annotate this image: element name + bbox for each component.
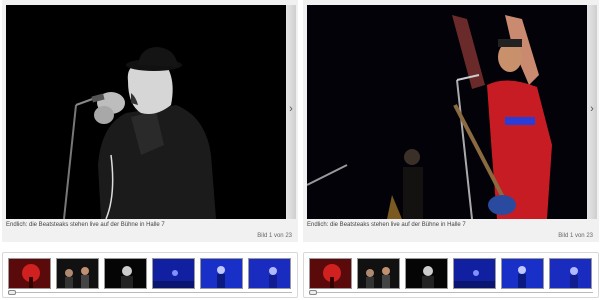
- thumbnail-4[interactable]: [152, 258, 195, 289]
- thumbnail-2[interactable]: [357, 258, 400, 289]
- thumbnail-6[interactable]: [549, 258, 592, 289]
- main-image-frame: › Endlich: die Beatsteaks stehen live au…: [2, 0, 298, 242]
- thumbnail-1[interactable]: [309, 258, 352, 289]
- thumbnail-2[interactable]: [56, 258, 99, 289]
- thumbnail-scrollbar[interactable]: [8, 290, 292, 296]
- gallery-right: › Endlich: die Beatsteaks stehen live au…: [303, 0, 599, 300]
- main-image-frame: › Endlich: die Beatsteaks stehen live au…: [303, 0, 599, 242]
- gallery-left: › Endlich: die Beatsteaks stehen live au…: [2, 0, 298, 300]
- thumbnail-5[interactable]: [200, 258, 243, 289]
- chevron-right-icon[interactable]: ›: [587, 102, 597, 116]
- thumbnail-4[interactable]: [453, 258, 496, 289]
- thumbnail-6[interactable]: [248, 258, 291, 289]
- image-caption: Endlich: die Beatsteaks stehen live auf …: [6, 222, 165, 228]
- image-counter: Bild 1 von 23: [257, 233, 292, 239]
- thumbnail-strip: [303, 252, 599, 298]
- thumbnail-3[interactable]: [405, 258, 448, 289]
- image-counter: Bild 1 von 23: [558, 233, 593, 239]
- thumbnail-5[interactable]: [501, 258, 544, 289]
- scrollbar-knob[interactable]: [309, 290, 317, 295]
- main-photo[interactable]: [307, 5, 587, 219]
- scrollbar-knob[interactable]: [8, 290, 16, 295]
- thumbnail-scrollbar[interactable]: [309, 290, 593, 296]
- thumbnail-1[interactable]: [8, 258, 51, 289]
- chevron-right-icon[interactable]: ›: [286, 102, 296, 116]
- thumbnail-3[interactable]: [104, 258, 147, 289]
- main-photo[interactable]: [6, 5, 286, 219]
- image-caption: Endlich: die Beatsteaks stehen live auf …: [307, 222, 466, 228]
- thumbnail-strip: [2, 252, 298, 298]
